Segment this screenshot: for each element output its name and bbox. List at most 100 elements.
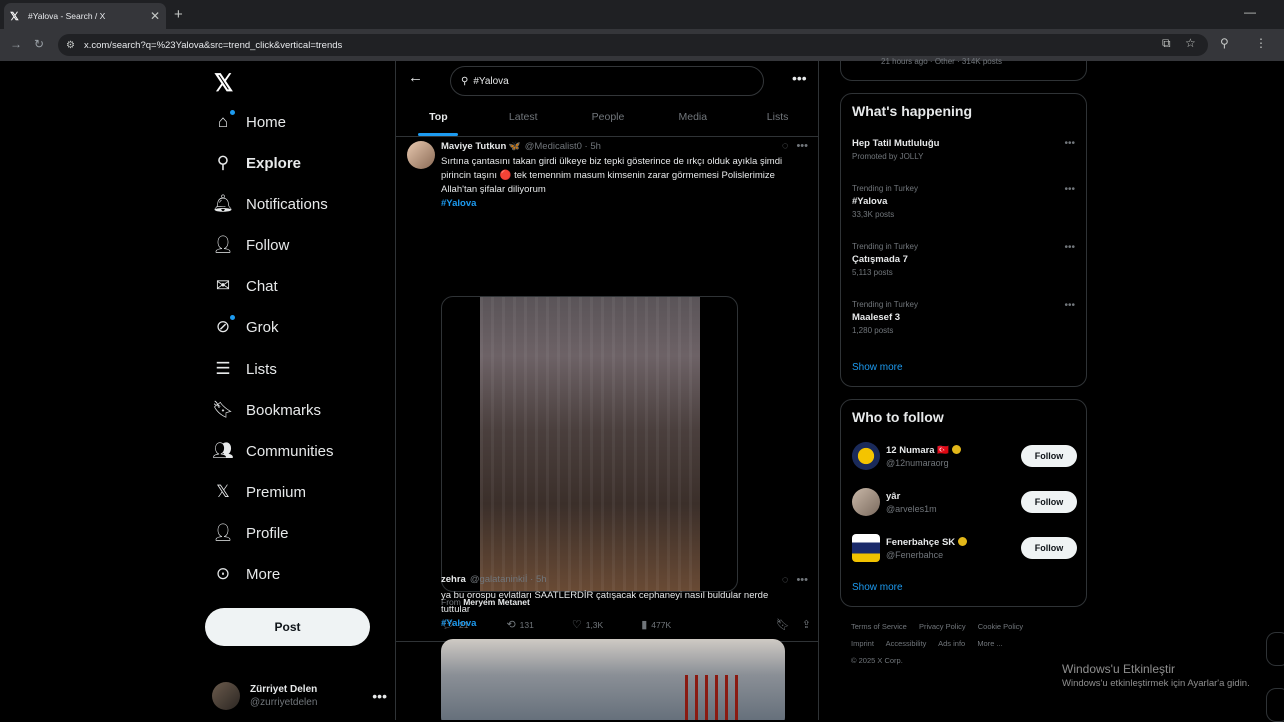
bookmark-star-icon[interactable]: ☆ xyxy=(1185,36,1196,50)
account-switcher[interactable]: Zürriyet Delen @zurriyetdelen ••• xyxy=(212,678,387,714)
tweet-image[interactable] xyxy=(441,639,785,720)
forward-icon[interactable]: → xyxy=(10,37,22,51)
tab-media[interactable]: Media xyxy=(650,103,735,136)
grok-float-button[interactable] xyxy=(1266,632,1284,666)
search-input[interactable]: ⚲ #Yalova xyxy=(450,66,764,96)
tab-lists[interactable]: Lists xyxy=(735,103,818,136)
x-logo-icon[interactable]: 𝕏 xyxy=(214,69,233,98)
grok-explain-icon[interactable]: ◌ xyxy=(782,140,789,152)
sidepanel-icon[interactable]: ⋮ xyxy=(1255,36,1267,50)
tweet-author-name[interactable]: zehra xyxy=(441,574,466,585)
search-query: #Yalova xyxy=(473,75,509,87)
address-bar[interactable]: ⚙ x.com/search?q=%23Yalova&src=trend_cli… xyxy=(58,34,1208,56)
browser-tab[interactable]: 𝕏 #Yalova - Search / X ✕ xyxy=(4,3,166,29)
nav-follow[interactable]: 👤︎ Follow xyxy=(212,230,289,260)
nav-notifications[interactable]: 🔔︎ Notifications xyxy=(212,189,328,219)
new-tab-icon[interactable]: + xyxy=(174,6,183,23)
follow-suggestion[interactable]: 12 Numara 🇹🇷 @12numaraorg Follow xyxy=(852,438,1077,474)
trend-item[interactable]: Trending in Turkey Maalesef 3 1,280 post… xyxy=(852,300,1077,335)
avatar xyxy=(212,682,240,710)
footer-link[interactable]: Accessibility xyxy=(886,639,927,648)
tweet-video[interactable] xyxy=(441,296,738,592)
footer-link[interactable]: Terms of Service xyxy=(851,622,907,631)
communities-icon: 👥︎ xyxy=(212,441,234,460)
nav-profile[interactable]: 👤︎ Profile xyxy=(212,518,288,548)
minimize-icon[interactable]: — xyxy=(1244,5,1256,19)
nav-lists[interactable]: ☰ Lists xyxy=(212,354,276,384)
mail-icon: ✉ xyxy=(215,276,231,295)
footer-link[interactable]: More ... xyxy=(977,639,1002,648)
tweet-top-actions: ◌ ••• xyxy=(782,140,808,152)
tweet-top-actions: ◌ ••• xyxy=(782,574,808,586)
who-to-follow-card: Who to follow 12 Numara 🇹🇷 @12numaraorg … xyxy=(840,399,1087,607)
follow-button[interactable]: Follow xyxy=(1021,445,1077,467)
grok-icon: ⊘ xyxy=(212,315,235,338)
video-frame xyxy=(480,297,700,591)
nav-explore-label: Explore xyxy=(246,154,302,172)
tab-people[interactable]: People xyxy=(566,103,651,136)
verified-badge-icon xyxy=(958,537,968,547)
search-tabs: Top Latest People Media Lists xyxy=(396,103,818,137)
more-dots-icon[interactable]: ••• xyxy=(1064,300,1075,311)
trend-item[interactable]: Trending in Turkey #Yalova 33,3K posts •… xyxy=(852,184,1077,219)
footer-link[interactable]: Privacy Policy xyxy=(919,622,966,631)
site-info-icon[interactable]: ⚙ xyxy=(66,40,75,51)
show-more-link[interactable]: Show more xyxy=(852,582,903,593)
footer-link[interactable]: Ads info xyxy=(938,639,965,648)
extensions-icon[interactable]: ⚲ xyxy=(1220,36,1229,50)
nav-more[interactable]: ⊙ More xyxy=(212,559,280,589)
tweet-author-handle: @galataninkiİ · 5h xyxy=(469,574,547,585)
nav-chat[interactable]: ✉ Chat xyxy=(212,271,278,301)
hashtag-link[interactable]: #Yalova xyxy=(441,198,476,209)
more-dots-icon[interactable]: ••• xyxy=(1064,138,1075,149)
nav-home[interactable]: ⌂ Home xyxy=(212,107,286,137)
nav-grok[interactable]: ⊘ Grok xyxy=(212,312,279,342)
copyright: © 2025 X Corp. xyxy=(851,656,903,665)
more-circle-icon: ⊙ xyxy=(215,564,231,583)
hashtag-link[interactable]: #Yalova xyxy=(441,618,476,629)
post-button[interactable]: Post xyxy=(205,608,370,646)
footer-links: Terms of Service Privacy Policy Cookie P… xyxy=(851,618,1081,669)
tweet-text: ya bu orospu evlatları SAATLERDİR çatışa… xyxy=(441,590,769,629)
url-text: x.com/search?q=%23Yalova&src=trend_click… xyxy=(83,39,343,51)
more-dots-icon[interactable]: ••• xyxy=(1064,184,1075,195)
account-name: Zürriyet Delen xyxy=(250,684,318,695)
nav-notifications-label: Notifications xyxy=(246,195,328,213)
more-dots-icon[interactable]: ••• xyxy=(1064,242,1075,253)
nav-premium[interactable]: 𝕏 Premium xyxy=(212,477,306,507)
whats-happening-title: What's happening xyxy=(852,103,972,119)
install-icon[interactable]: ⧉ xyxy=(1162,36,1171,51)
follow-button[interactable]: Follow xyxy=(1021,537,1077,559)
nav-bookmarks-label: Bookmarks xyxy=(246,401,322,419)
tab-top[interactable]: Top xyxy=(396,103,481,136)
nav-premium-label: Premium xyxy=(246,483,307,501)
footer-link[interactable]: Cookie Policy xyxy=(978,622,1023,631)
promoted-trend[interactable]: Hep Tatil Mutluluğu Promoted by JOLLY ••… xyxy=(852,138,1077,161)
tab-latest[interactable]: Latest xyxy=(481,103,566,136)
close-tab-icon[interactable]: ✕ xyxy=(150,9,160,23)
person-add-icon: 👤︎ xyxy=(212,235,234,254)
nav-explore[interactable]: ⚲ Explore xyxy=(212,148,301,178)
more-options-icon[interactable]: ••• xyxy=(792,70,807,86)
share-icon[interactable]: ⇪ xyxy=(802,618,811,631)
nav-follow-label: Follow xyxy=(246,236,290,254)
tab-title: #Yalova - Search / X xyxy=(28,11,106,21)
bell-icon: 🔔︎ xyxy=(212,194,234,213)
back-arrow-icon[interactable]: ← xyxy=(408,69,423,86)
messages-float-button[interactable] xyxy=(1266,688,1284,722)
follow-suggestion[interactable]: yâr @arveles1m Follow xyxy=(852,484,1077,520)
footer-link[interactable]: Imprint xyxy=(851,639,874,648)
follow-button[interactable]: Follow xyxy=(1021,491,1077,513)
tweet-author-name[interactable]: Maviye Tutkun 🦋 xyxy=(441,141,521,152)
follow-suggestion[interactable]: Fenerbahçe SK @Fenerbahce Follow xyxy=(852,530,1077,566)
more-dots-icon[interactable]: ••• xyxy=(796,140,808,152)
avatar[interactable] xyxy=(407,141,435,169)
nav-bookmarks[interactable]: 🔖︎ Bookmarks xyxy=(212,395,321,425)
trend-item[interactable]: Trending in Turkey Çatışmada 7 5,113 pos… xyxy=(852,242,1077,277)
show-more-link[interactable]: Show more xyxy=(852,362,903,373)
reload-icon[interactable]: ↻ xyxy=(34,37,44,51)
nav-communities[interactable]: 👥︎ Communities xyxy=(212,436,333,466)
grok-explain-icon[interactable]: ◌ xyxy=(782,574,789,586)
more-dots-icon[interactable]: ••• xyxy=(372,688,387,704)
more-dots-icon[interactable]: ••• xyxy=(796,574,808,586)
